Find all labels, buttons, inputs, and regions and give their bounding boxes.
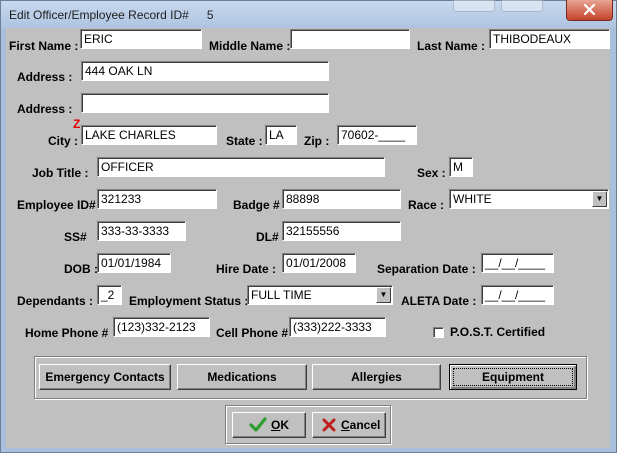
employment-status-select[interactable]: FULL TIME ▼ [247, 285, 393, 305]
hire-date-field[interactable]: 01/01/2008 [282, 253, 356, 273]
separation-date-label: Separation Date : [377, 262, 476, 276]
close-icon [583, 3, 596, 16]
address1-field[interactable]: 444 OAK LN [81, 61, 329, 81]
dependants-field[interactable]: _2 [97, 285, 122, 305]
hire-date-label: Hire Date : [216, 262, 277, 276]
aleta-date-field[interactable]: __/__/____ [481, 285, 554, 305]
cancel-button[interactable]: Cancel [312, 412, 386, 438]
race-select[interactable]: WHITE ▼ [449, 189, 609, 209]
separation-date-field[interactable]: __/__/____ [481, 253, 554, 273]
dropdown-arrow-icon[interactable]: ▼ [376, 287, 391, 303]
allergies-button[interactable]: Allergies [312, 364, 441, 390]
dialog-window: Edit Officer/Employee Record ID# 5 First … [0, 0, 617, 453]
state-label: State : [226, 134, 263, 148]
post-certified-label: P.O.S.T. Certified [450, 325, 546, 339]
sex-field[interactable]: M [449, 157, 473, 177]
focus-rectangle [453, 368, 573, 386]
last-name-label: Last Name : [417, 39, 486, 53]
ssn-label: SS# [64, 230, 87, 244]
aleta-date-label: ALETA Date : [401, 294, 477, 308]
job-title-field[interactable]: OFFICER [97, 157, 385, 177]
dependants-label: Dependants : [17, 294, 94, 308]
badge-label: Badge # [233, 198, 280, 212]
post-certified-checkbox[interactable] [433, 327, 444, 338]
employment-status-value: FULL TIME [251, 288, 312, 302]
last-name-field[interactable]: THIBODEAUX [489, 29, 610, 49]
ok-button-label: OK [271, 418, 290, 432]
form-area: First Name : ERIC Middle Name : Last Nam… [6, 28, 610, 448]
title-bar[interactable]: Edit Officer/Employee Record ID# 5 [1, 0, 616, 28]
medications-button[interactable]: Medications [177, 364, 307, 390]
zip-field[interactable]: 70602-____ [337, 125, 417, 145]
cell-phone-label: Cell Phone # [216, 326, 289, 340]
badge-field[interactable]: 88898 [282, 189, 401, 209]
city-field[interactable]: LAKE CHARLES [81, 125, 217, 145]
address2-field[interactable] [81, 93, 329, 113]
cell-phone-field[interactable]: (333)222-3333 [289, 317, 386, 337]
cancel-x-icon [322, 418, 336, 432]
address2-label: Address : [17, 102, 73, 116]
employee-id-field[interactable]: 321233 [97, 189, 217, 209]
home-phone-label: Home Phone # [25, 326, 109, 340]
middle-name-label: Middle Name : [209, 39, 291, 53]
required-marker: Z [73, 117, 81, 131]
middle-name-field[interactable] [290, 29, 410, 49]
dl-label: DL# [256, 230, 279, 244]
dob-label: DOB : [64, 262, 98, 276]
job-title-label: Job Title : [32, 166, 89, 180]
ok-button[interactable]: OK [232, 412, 306, 438]
race-value: WHITE [453, 192, 492, 206]
address1-label: Address : [17, 70, 73, 84]
window-title: Edit Officer/Employee Record ID# 5 [9, 8, 214, 22]
employment-status-label: Employment Status : [129, 294, 249, 308]
minimize-button[interactable] [453, 0, 495, 12]
ssn-field[interactable]: 333-33-3333 [97, 221, 186, 241]
dob-field[interactable]: 01/01/1984 [97, 253, 171, 273]
emergency-contacts-button[interactable]: Emergency Contacts [39, 364, 171, 390]
cancel-button-label: Cancel [341, 418, 381, 432]
equipment-button[interactable]: Equipment [449, 364, 577, 390]
race-label: Race : [408, 198, 445, 212]
city-label: City : [48, 134, 78, 148]
employee-id-label: Employee ID# [17, 198, 96, 212]
first-name-field[interactable]: ERIC [80, 29, 202, 49]
close-button[interactable] [566, 0, 613, 21]
state-field[interactable]: LA [265, 125, 297, 145]
dropdown-arrow-icon[interactable]: ▼ [592, 191, 607, 207]
first-name-label: First Name : [9, 39, 79, 53]
maximize-button[interactable] [501, 0, 543, 12]
zip-label: Zip : [304, 134, 330, 148]
sex-label: Sex : [417, 166, 446, 180]
home-phone-field[interactable]: (123)332-2123 [113, 317, 210, 337]
checkmark-icon [249, 417, 267, 432]
dl-field[interactable]: 32155556 [282, 221, 401, 241]
